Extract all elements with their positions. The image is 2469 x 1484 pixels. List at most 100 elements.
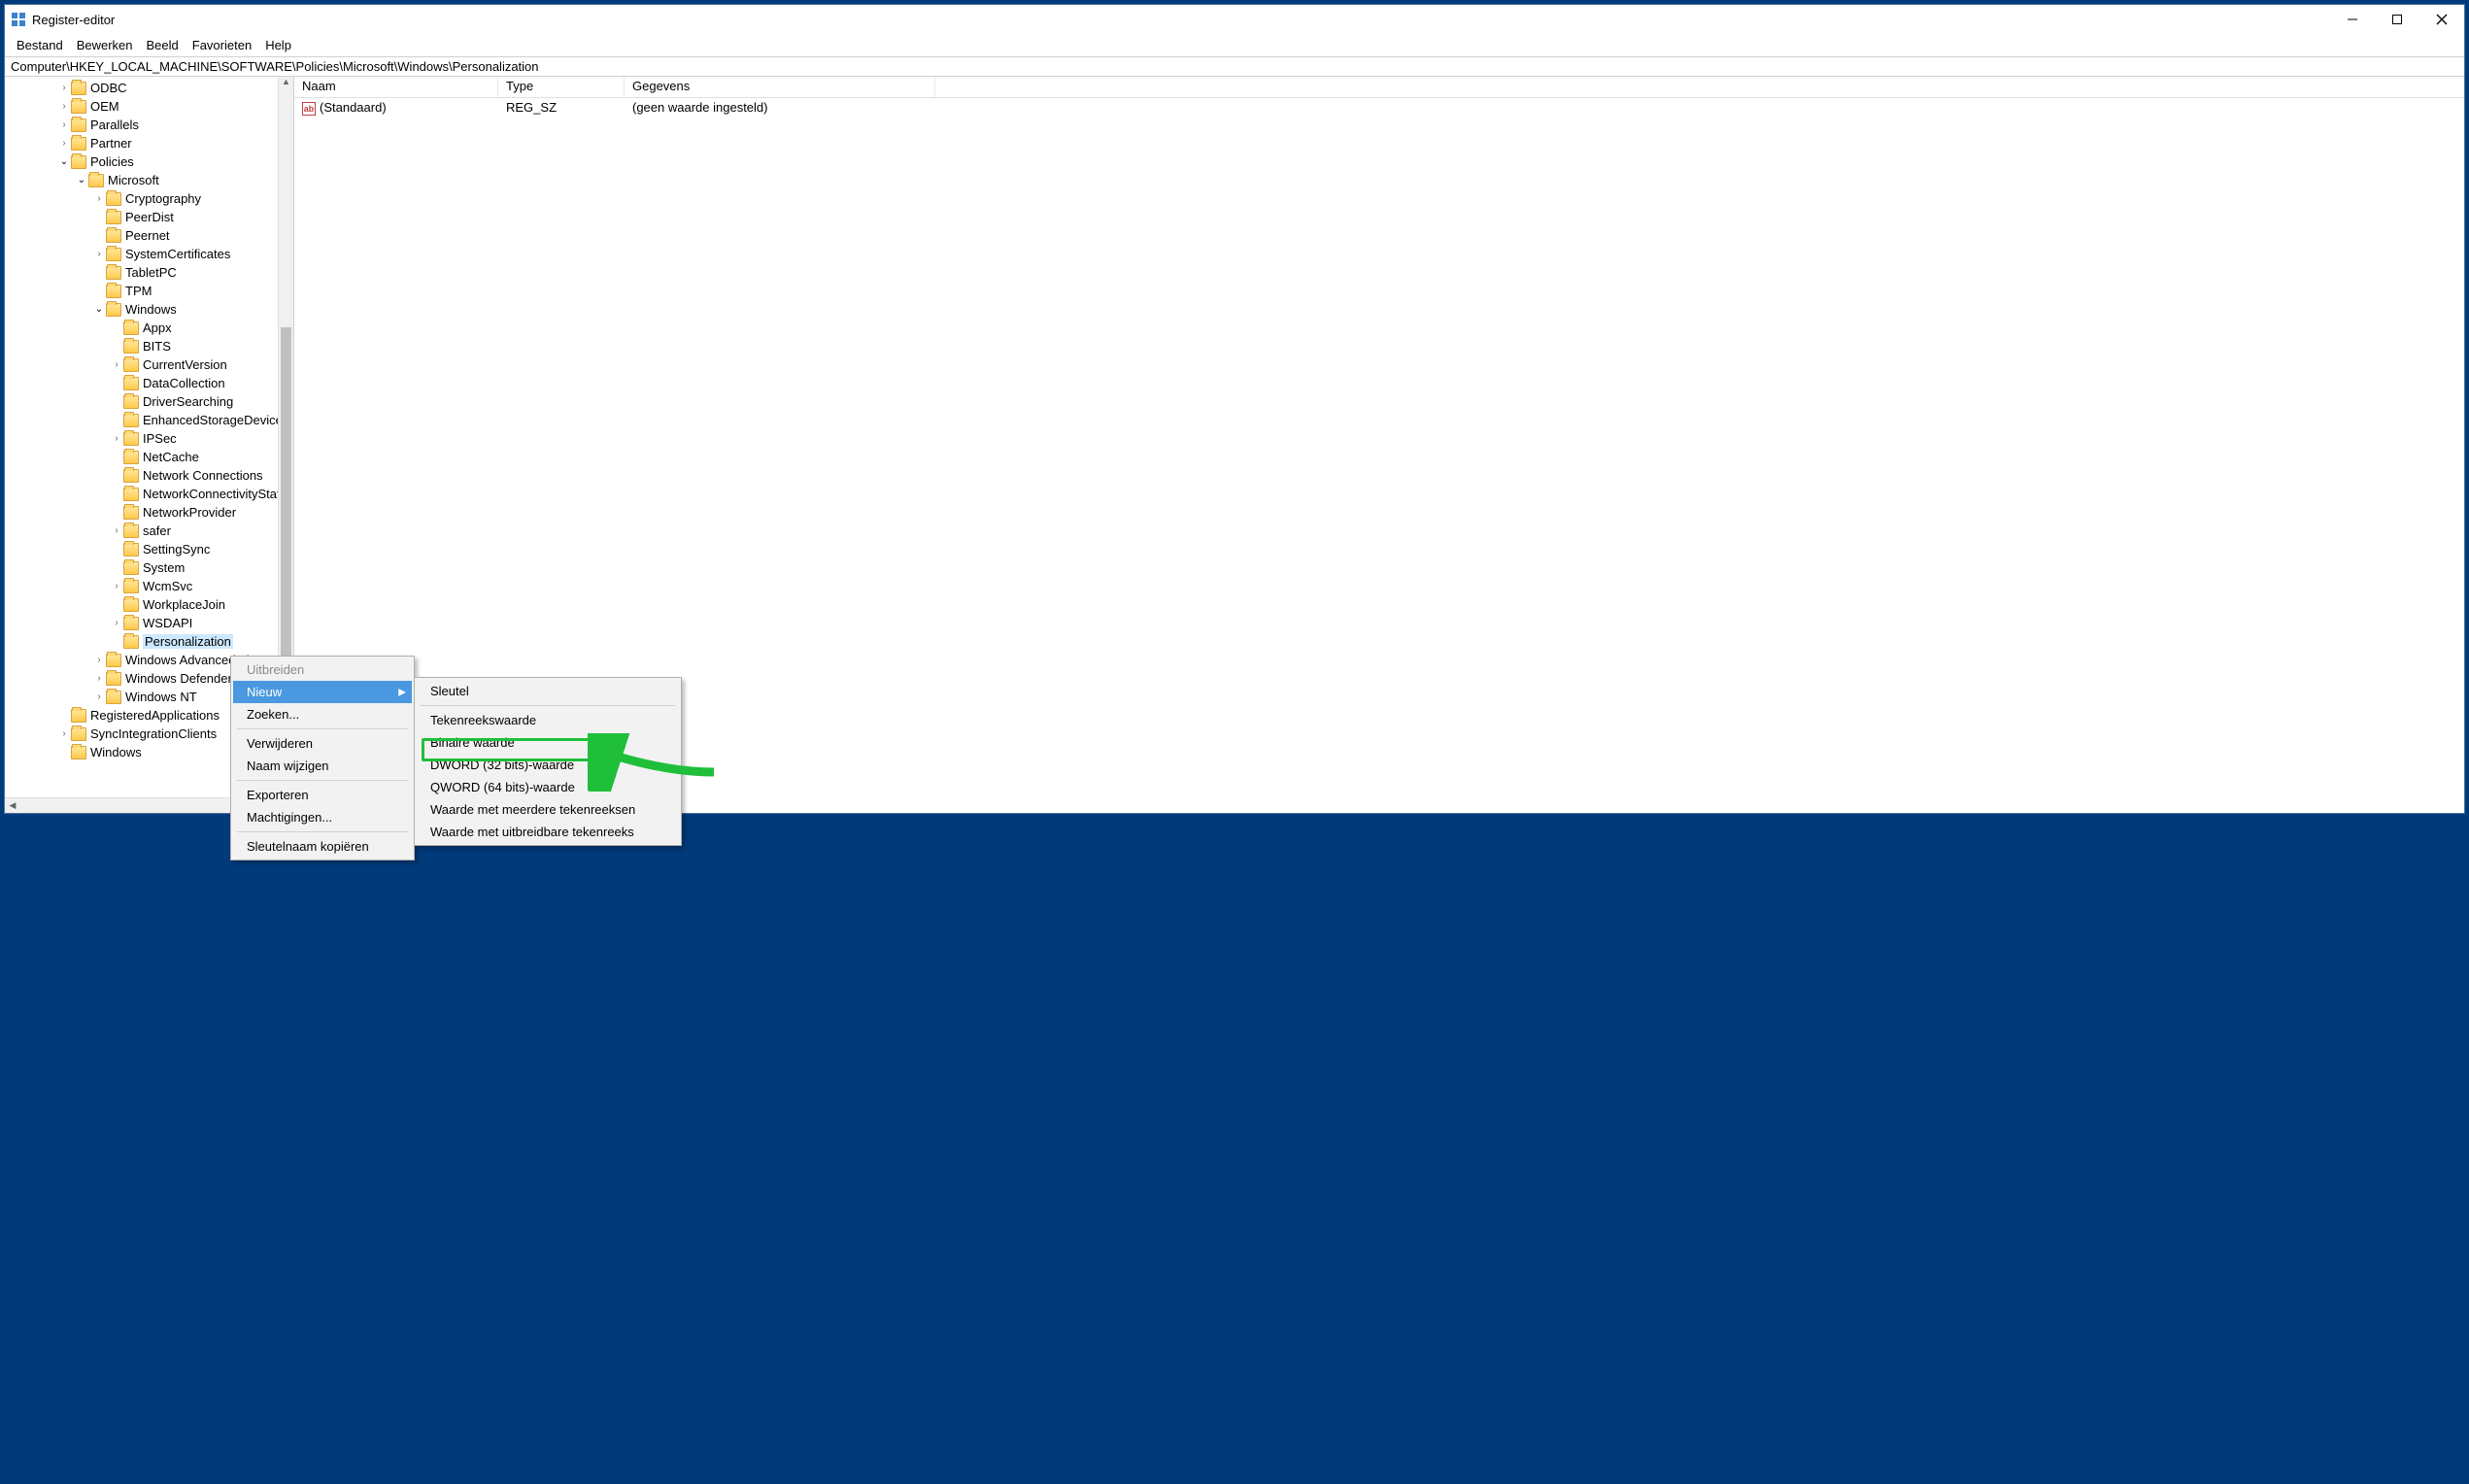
expand-icon[interactable]: › (57, 138, 71, 149)
folder-icon (71, 82, 86, 95)
expand-icon[interactable]: › (57, 83, 71, 93)
tree-item-settingsync[interactable]: SettingSync (5, 540, 293, 558)
expand-icon[interactable]: › (57, 119, 71, 130)
ctx-item-sleutelnaam-kopi-ren[interactable]: Sleutelnaam kopiëren (233, 835, 412, 858)
address-path: Computer\HKEY_LOCAL_MACHINE\SOFTWARE\Pol… (11, 59, 539, 74)
close-button[interactable] (2419, 5, 2464, 34)
folder-icon (106, 211, 121, 224)
expand-icon[interactable]: › (110, 433, 123, 444)
tree-item-label: CurrentVersion (143, 357, 227, 372)
tree-item-bits[interactable]: BITS (5, 337, 293, 355)
submenu-item-waarde-met-meerdere-tekenreeksen[interactable]: Waarde met meerdere tekenreeksen (417, 798, 679, 821)
submenu-item-binaire-waarde[interactable]: Binaire waarde (417, 731, 679, 754)
tree-item-tpm[interactable]: TPM (5, 282, 293, 300)
ctx-item-nieuw[interactable]: Nieuw▶ (233, 681, 412, 703)
tree-item-workplacejoin[interactable]: WorkplaceJoin (5, 595, 293, 614)
ctx-item-exporteren[interactable]: Exporteren (233, 784, 412, 806)
ctx-item-zoeken[interactable]: Zoeken... (233, 703, 412, 725)
menu-help[interactable]: Help (259, 36, 297, 54)
tree-item-policies[interactable]: ⌄Policies (5, 152, 293, 171)
expand-icon[interactable]: › (110, 359, 123, 370)
submenu-arrow-icon: ▶ (398, 687, 406, 697)
collapse-icon[interactable]: ⌄ (57, 156, 71, 167)
tree-item-netcache[interactable]: NetCache (5, 448, 293, 466)
column-type[interactable]: Type (498, 77, 625, 97)
tree-item-wsdapi[interactable]: ›WSDAPI (5, 614, 293, 632)
value-data: (geen waarde ingesteld) (625, 98, 935, 118)
tree-item-label: BITS (143, 339, 171, 354)
expand-icon[interactable]: › (110, 581, 123, 591)
ctx-item-naam-wijzigen[interactable]: Naam wijzigen (233, 755, 412, 777)
collapse-icon[interactable]: ⌄ (92, 304, 106, 315)
menu-beeld[interactable]: Beeld (141, 36, 185, 54)
tree-item-networkconnectivitystatusindicator[interactable]: NetworkConnectivityStatusIndicator (5, 485, 293, 503)
expand-icon[interactable]: › (110, 618, 123, 628)
tree-item-label: OEM (90, 99, 119, 114)
tree-item-enhancedstoragedevices[interactable]: EnhancedStorageDevices (5, 411, 293, 429)
expand-icon[interactable]: › (92, 193, 106, 204)
tree-item-datacollection[interactable]: DataCollection (5, 374, 293, 392)
tree-item-oem[interactable]: › OEM (5, 97, 293, 116)
maximize-button[interactable] (2375, 5, 2419, 34)
tree-item-tabletpc[interactable]: TabletPC (5, 263, 293, 282)
tree-item-odbc[interactable]: ›ODBC (5, 79, 293, 97)
tree-item-driversearching[interactable]: DriverSearching (5, 392, 293, 411)
expand-icon[interactable]: › (92, 249, 106, 259)
column-name[interactable]: Naam (294, 77, 498, 97)
folder-icon (123, 617, 139, 630)
list-body[interactable]: ab(Standaard)REG_SZ(geen waarde ingestel… (294, 98, 2464, 118)
folder-icon (106, 248, 121, 261)
expand-icon[interactable]: › (57, 728, 71, 739)
tree-item-label: System (143, 560, 185, 575)
tree-item-systemcertificates[interactable]: ›SystemCertificates (5, 245, 293, 263)
tree-item-windows[interactable]: ⌄Windows (5, 300, 293, 319)
tree-item-cryptography[interactable]: › Cryptography (5, 189, 293, 208)
tree-item-ipsec[interactable]: ›IPSec (5, 429, 293, 448)
menu-favorieten[interactable]: Favorieten (186, 36, 257, 54)
folder-icon (123, 469, 139, 483)
tree-item-wcmsvc[interactable]: ›WcmSvc (5, 577, 293, 595)
submenu-item-tekenreekswaarde[interactable]: Tekenreekswaarde (417, 709, 679, 731)
folder-icon (88, 174, 104, 187)
tree-item-parallels[interactable]: ›Parallels (5, 116, 293, 134)
list-row[interactable]: ab(Standaard)REG_SZ(geen waarde ingestel… (294, 98, 2464, 118)
expand-icon[interactable]: › (92, 655, 106, 665)
collapse-icon[interactable]: ⌄ (75, 175, 88, 186)
value-type: REG_SZ (498, 98, 625, 118)
tree-item-appx[interactable]: Appx (5, 319, 293, 337)
tree-item-label: Partner (90, 136, 132, 151)
tree-item-label: DataCollection (143, 376, 225, 390)
menu-bestand[interactable]: Bestand (11, 36, 69, 54)
menu-bewerken[interactable]: Bewerken (71, 36, 139, 54)
tree-item-network-connections[interactable]: Network Connections (5, 466, 293, 485)
expand-icon[interactable]: › (92, 673, 106, 684)
folder-icon (71, 100, 86, 114)
tree-item-personalization[interactable]: Personalization (5, 632, 293, 651)
submenu-item-qword-64-bits-waarde[interactable]: QWORD (64 bits)-waarde (417, 776, 679, 798)
tree-item-peerdist[interactable]: PeerDist (5, 208, 293, 226)
submenu-item-waarde-met-uitbreidbare-tekenreeks[interactable]: Waarde met uitbreidbare tekenreeks (417, 821, 679, 843)
tree-item-currentversion[interactable]: › CurrentVersion (5, 355, 293, 374)
ctx-item-verwijderen[interactable]: Verwijderen (233, 732, 412, 755)
expand-icon[interactable]: › (92, 691, 106, 702)
tree-item-system[interactable]: System (5, 558, 293, 577)
tree-item-networkprovider[interactable]: NetworkProvider (5, 503, 293, 522)
address-bar[interactable]: Computer\HKEY_LOCAL_MACHINE\SOFTWARE\Pol… (5, 56, 2464, 77)
scroll-left-arrow[interactable]: ◀ (5, 800, 20, 811)
column-data[interactable]: Gegevens (625, 77, 935, 97)
tree-item-partner[interactable]: › Partner (5, 134, 293, 152)
submenu-item-sleutel[interactable]: Sleutel (417, 680, 679, 702)
submenu-item-dword-32-bits-waarde[interactable]: DWORD (32 bits)-waarde (417, 754, 679, 776)
expand-icon[interactable]: › (110, 525, 123, 536)
tree-item-label: Cryptography (125, 191, 201, 206)
folder-icon (123, 414, 139, 427)
tree-item-safer[interactable]: ›safer (5, 522, 293, 540)
ctx-item-machtigingen[interactable]: Machtigingen... (233, 806, 412, 828)
folder-icon (123, 561, 139, 575)
tree-item-microsoft[interactable]: ⌄Microsoft (5, 171, 293, 189)
folder-icon (106, 691, 121, 704)
scroll-up-arrow[interactable]: ▲ (279, 77, 293, 92)
minimize-button[interactable] (2330, 5, 2375, 34)
tree-item-peernet[interactable]: Peernet (5, 226, 293, 245)
expand-icon[interactable]: › (57, 101, 71, 112)
